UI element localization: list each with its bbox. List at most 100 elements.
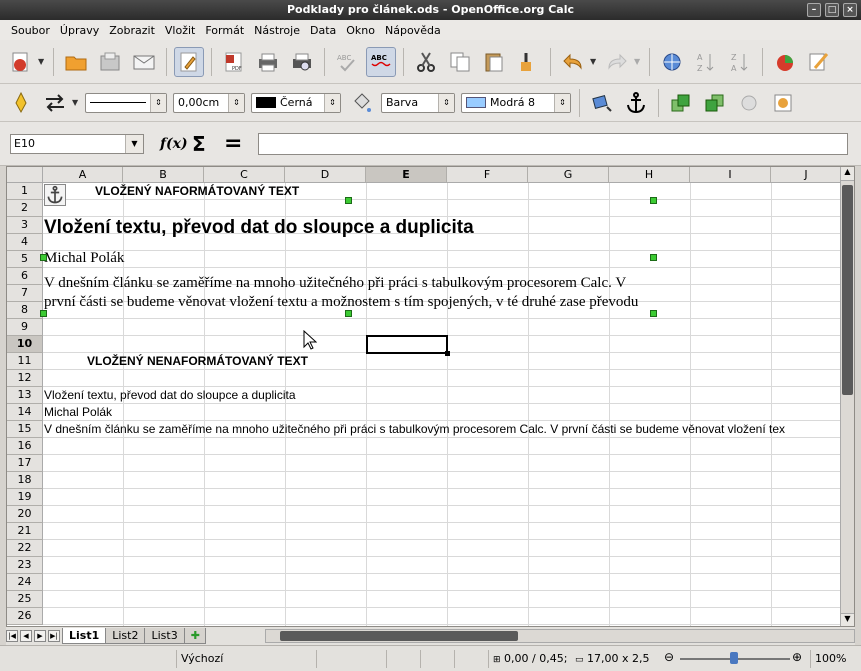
column-header-f[interactable]: F [447,167,528,183]
resize-handle[interactable] [650,310,657,317]
row-header-6[interactable]: 6 [7,268,43,285]
resize-handle[interactable] [650,197,657,204]
maximize-button[interactable]: □ [825,3,839,17]
minimize-button[interactable]: – [807,3,821,17]
new-document-button[interactable] [6,47,36,77]
first-sheet-icon[interactable]: |◀ [6,630,18,642]
cell-a14[interactable]: Michal Polák [44,405,112,419]
undo-button[interactable] [558,47,588,77]
row-header-2[interactable]: 2 [7,200,43,217]
row-header-23[interactable]: 23 [7,557,43,574]
formatted-paragraph-line1[interactable]: V dnešním článku se zaměříme na mnoho už… [44,275,626,292]
open-button[interactable] [61,47,91,77]
export-pdf-button[interactable]: PDF [219,47,249,77]
spreadsheet-grid[interactable]: A B C D E F G H I J 1 2 3 4 5 6 7 8 9 10… [6,166,855,627]
bring-to-front-button[interactable] [666,88,696,118]
menu-upravy[interactable]: Úpravy [55,24,104,37]
zoom-slider-knob[interactable] [730,652,738,664]
to-foreground-button[interactable] [734,88,764,118]
area-color-select[interactable]: Modrá 8 ⇕ [461,92,571,113]
show-draw-functions-button[interactable] [804,47,834,77]
resize-handle[interactable] [40,254,47,261]
row-header-4[interactable]: 4 [7,234,43,251]
sheet-tab-list3[interactable]: List3 [144,628,185,644]
zoom-in-icon[interactable]: ⊕ [792,650,802,664]
column-header-a[interactable]: A [43,167,123,183]
line-style-select[interactable]: ⇕ [85,92,167,113]
row-header-15[interactable]: 15 [7,421,43,438]
to-background-button[interactable] [768,88,798,118]
row-header-10[interactable]: 10 [7,336,43,353]
scroll-up-icon[interactable]: ▲ [841,167,854,181]
row-header-17[interactable]: 17 [7,455,43,472]
column-header-g[interactable]: G [528,167,609,183]
clone-formatting-button[interactable] [513,47,543,77]
row-header-7[interactable]: 7 [7,285,43,302]
area-style-select[interactable]: Barva ⇕ [381,92,455,113]
autospellcheck-button[interactable]: ABC [366,46,396,77]
anchor-pen-button[interactable] [6,88,36,118]
row-header-18[interactable]: 18 [7,472,43,489]
resize-handle[interactable] [345,197,352,204]
resize-handle[interactable] [345,310,352,317]
column-header-d[interactable]: D [285,167,366,183]
paste-button[interactable] [479,47,509,77]
menu-data[interactable]: Data [305,24,341,37]
formatted-paragraph-line2[interactable]: první části se budeme věnovat vložení te… [44,294,638,311]
sheet-tab-list1[interactable]: List1 [62,628,107,644]
row-header-9[interactable]: 9 [7,319,43,336]
area-fill-button[interactable] [346,88,376,118]
row-header-19[interactable]: 19 [7,489,43,506]
selected-cell-e10[interactable] [366,335,450,356]
change-anchor-button[interactable] [621,88,651,118]
sheet-tab-list2[interactable]: List2 [105,628,146,644]
menu-vlozit[interactable]: Vložit [160,24,200,37]
column-header-i[interactable]: I [690,167,771,183]
row-header-8[interactable]: 8 [7,302,43,319]
row-header-25[interactable]: 25 [7,591,43,608]
redo-dropdown-arrow[interactable]: ▼ [634,57,642,66]
select-all-corner[interactable] [7,167,43,183]
name-box[interactable]: E10 ▼ [10,133,144,154]
row-header-21[interactable]: 21 [7,523,43,540]
row-header-16[interactable]: 16 [7,438,43,455]
cell-a15[interactable]: V dnešním článku se zaměříme na mnoho už… [44,422,842,436]
menu-nastroje[interactable]: Nástroje [249,24,305,37]
scroll-down-icon[interactable]: ▼ [841,613,854,626]
sum-icon[interactable]: Σ [192,132,214,156]
row-header-12[interactable]: 12 [7,370,43,387]
last-sheet-icon[interactable]: ▶| [48,630,60,642]
zoom-out-icon[interactable]: ⊖ [664,650,674,664]
add-sheet-button[interactable]: ✚ [183,628,206,644]
print-preview-button[interactable] [287,47,317,77]
row-header-26[interactable]: 26 [7,608,43,625]
row-header-3[interactable]: 3 [7,217,43,234]
edit-file-button[interactable] [174,46,204,77]
hyperlink-button[interactable] [657,47,687,77]
line-color-select[interactable]: Černá ⇕ [251,92,341,113]
menu-soubor[interactable]: Soubor [6,24,55,37]
column-header-b[interactable]: B [123,167,204,183]
formatted-author[interactable]: Michal Polák [44,250,124,267]
sort-ascending-button[interactable]: AZ [691,47,721,77]
sort-descending-button[interactable]: ZA [725,47,755,77]
function-wizard-icon[interactable]: f(x) [160,136,188,152]
line-width-input[interactable]: 0,00cm ⇕ [173,92,245,113]
row-header-13[interactable]: 13 [7,387,43,404]
row-header-24[interactable]: 24 [7,574,43,591]
horizontal-scrollbar[interactable] [264,629,855,643]
horizontal-scroll-thumb[interactable] [279,631,518,641]
new-dropdown-arrow[interactable]: ▼ [38,57,46,66]
vertical-scrollbar[interactable]: ▲ ▼ [840,167,854,626]
resize-handle[interactable] [650,254,657,261]
row-header-11[interactable]: 11 [7,353,43,370]
row-header-22[interactable]: 22 [7,540,43,557]
redo-button[interactable] [602,47,632,77]
autofill-handle[interactable] [445,351,450,356]
spellcheck-button[interactable]: ABC [332,47,362,77]
menu-format[interactable]: Formát [200,24,249,37]
column-header-c[interactable]: C [204,167,285,183]
close-button[interactable]: × [843,3,857,17]
email-button[interactable] [129,47,159,77]
row-header-20[interactable]: 20 [7,506,43,523]
